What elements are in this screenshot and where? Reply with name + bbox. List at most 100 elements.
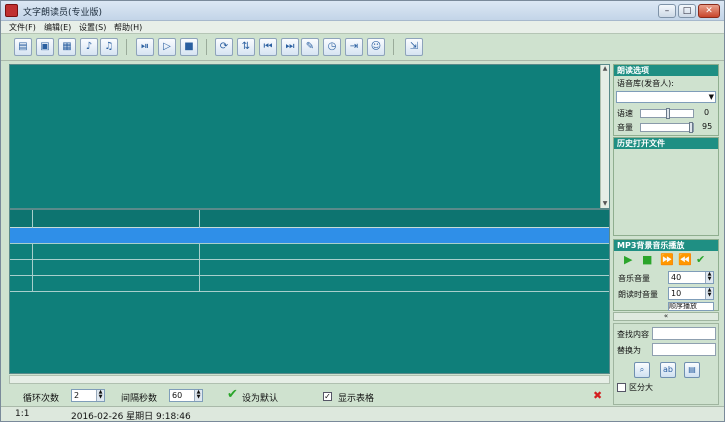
open-folder-icon[interactable]: ▣ xyxy=(36,38,54,56)
table-row[interactable] xyxy=(10,276,609,292)
table-row[interactable] xyxy=(10,244,609,260)
mp3-title: MP3背景音乐播放 xyxy=(614,240,718,251)
next-icon[interactable]: ⏩ xyxy=(660,253,674,266)
stepper-arrows-icon[interactable]: ▲ ▼ xyxy=(96,390,104,401)
toolbar-separator xyxy=(206,39,207,55)
close-x-icon[interactable]: ✖ xyxy=(593,389,602,402)
loop-count-label: 循环次数 xyxy=(23,394,60,404)
scroll-down-icon[interactable]: ▼ xyxy=(601,200,609,208)
voice-label: 语音库(发音人): xyxy=(617,79,674,88)
title-bar[interactable]: 文字朗读员(专业版) – □ ✕ xyxy=(1,1,724,21)
music-volume-value: 40 xyxy=(671,273,682,282)
menu-settings[interactable]: 设置(S) xyxy=(79,22,106,33)
interval-value: 60 xyxy=(172,391,183,400)
match-case-checkbox[interactable] xyxy=(617,383,626,392)
history-title: 历史打开文件 xyxy=(614,138,718,149)
read-volume-label: 朗读时音量 xyxy=(618,290,658,299)
interval-label: 间隔秒数 xyxy=(121,394,158,404)
close-button[interactable]: ✕ xyxy=(698,4,720,18)
loop-count-value: 2 xyxy=(74,391,80,400)
loop-count-stepper[interactable]: 2 ▲ ▼ xyxy=(71,389,105,402)
show-table-label: 显示表格 xyxy=(338,394,375,404)
window-title: 文字朗读员(专业版) xyxy=(23,8,103,18)
stop-icon[interactable]: ■ xyxy=(642,253,652,266)
music-notes-icon[interactable]: ♫ xyxy=(100,38,118,56)
scroll-up-icon[interactable]: ▲ xyxy=(601,65,609,73)
options-bar: 循环次数 2 ▲ ▼ 间隔秒数 60 ▲ ▼ ✔ 设为默认 ✓ 显示表格 ✖ xyxy=(9,387,610,405)
volume-slider[interactable] xyxy=(640,122,694,133)
read-options-panel: 朗读选项 语音库(发音人): ▼ 语速 0 音量 95 xyxy=(613,64,719,136)
collapse-button[interactable]: « xyxy=(613,312,719,321)
music-note-icon[interactable]: ♪ xyxy=(80,38,98,56)
editor-vertical-scrollbar[interactable]: ▲ ▼ xyxy=(600,65,609,208)
menu-help[interactable]: 帮助(H) xyxy=(114,22,142,33)
app-window: 文字朗读员(专业版) – □ ✕ 文件(F) 编辑(E) 设置(S) 帮助(H)… xyxy=(0,0,725,422)
export-icon[interactable]: ⇥ xyxy=(345,38,363,56)
previous-icon[interactable]: ⏪ xyxy=(678,253,692,266)
voice-select[interactable]: ▼ xyxy=(616,91,716,103)
stop-icon[interactable]: ■ xyxy=(180,38,198,56)
music-volume-label: 音乐音量 xyxy=(618,274,650,283)
maximize-button[interactable]: □ xyxy=(678,4,696,18)
read-options-title: 朗读选项 xyxy=(614,65,718,76)
checkmark-icon[interactable]: ✔ xyxy=(696,253,705,266)
read-volume-value: 10 xyxy=(671,289,682,298)
edit-doc-icon[interactable]: ✎ xyxy=(301,38,319,56)
volume-label: 音量 xyxy=(617,123,633,132)
new-file-icon[interactable]: ▤ xyxy=(14,38,32,56)
table-row[interactable] xyxy=(10,228,609,244)
exit-icon[interactable]: ⇲ xyxy=(405,38,423,56)
checkmark-icon[interactable]: ✔ xyxy=(227,387,238,402)
chevron-down-icon[interactable]: ▼ xyxy=(709,92,714,102)
set-default-button[interactable]: 设为默认 xyxy=(242,391,278,404)
volume-value: 95 xyxy=(702,122,713,131)
slider-thumb[interactable] xyxy=(689,122,693,133)
table-header xyxy=(10,210,609,228)
history-panel: 历史打开文件 xyxy=(613,137,719,236)
table-horizontal-scrollbar[interactable] xyxy=(9,375,610,384)
timer-icon[interactable]: ◷ xyxy=(323,38,341,56)
save-icon[interactable]: ▦ xyxy=(58,38,76,56)
find-input[interactable] xyxy=(652,327,716,340)
menu-file[interactable]: 文件(F) xyxy=(9,22,36,33)
stepper-arrows-icon[interactable]: ▲ ▼ xyxy=(194,390,202,401)
sentence-table[interactable] xyxy=(9,209,610,374)
replace-label: 替换为 xyxy=(617,346,641,355)
loop-icon[interactable]: ⇅ xyxy=(237,38,255,56)
interval-stepper[interactable]: 60 ▲ ▼ xyxy=(169,389,203,402)
refresh-icon[interactable]: ⟳ xyxy=(215,38,233,56)
speed-label: 语速 xyxy=(617,109,633,118)
read-volume-stepper[interactable]: 10 ▲ ▼ xyxy=(668,287,714,300)
app-logo-icon xyxy=(5,4,18,17)
replace-input[interactable] xyxy=(652,343,716,356)
minimize-button[interactable]: – xyxy=(658,4,676,18)
find-icon[interactable]: ⌕ xyxy=(634,362,650,378)
replace-icon[interactable]: ab xyxy=(660,362,676,378)
slider-thumb[interactable] xyxy=(666,108,670,119)
speed-value: 0 xyxy=(704,108,710,117)
skip-back-icon[interactable]: ⏮ xyxy=(259,38,277,56)
music-volume-stepper[interactable]: 40 ▲ ▼ xyxy=(668,271,714,284)
speed-slider[interactable] xyxy=(640,108,694,119)
text-editor[interactable]: ▲ ▼ xyxy=(9,64,610,209)
toolbar-separator xyxy=(126,39,127,55)
find-label: 查找内容 xyxy=(617,330,649,339)
step-forward-icon[interactable]: ⏯ xyxy=(136,38,154,56)
skip-forward-icon[interactable]: ⏭ xyxy=(281,38,299,56)
menu-edit[interactable]: 编辑(E) xyxy=(44,22,71,33)
toolbar-separator xyxy=(393,39,394,55)
play-mode-select[interactable]: 顺序播放 xyxy=(668,302,714,311)
user-icon[interactable]: ☺ xyxy=(367,38,385,56)
play-mode-value: 顺序播放 xyxy=(669,302,697,310)
play-icon[interactable]: ▶ xyxy=(624,253,632,266)
cursor-position: 1:1 xyxy=(15,409,30,419)
find-replace-panel: 查找内容 替换为 ⌕ ab ▤ 区分大 xyxy=(613,323,719,405)
table-row[interactable] xyxy=(10,260,609,276)
play-icon[interactable]: ▷ xyxy=(158,38,176,56)
status-bar: 1:1 2016-02-26 星期日 9:18:46 xyxy=(1,406,724,422)
show-table-checkbox[interactable]: ✓ xyxy=(323,392,332,401)
stepper-arrows-icon[interactable]: ▲ ▼ xyxy=(705,288,713,299)
stepper-arrows-icon[interactable]: ▲ ▼ xyxy=(705,272,713,283)
replace-all-icon[interactable]: ▤ xyxy=(684,362,700,378)
mp3-panel: MP3背景音乐播放 ▶ ■ ⏩ ⏪ ✔ 音乐音量 40 ▲ ▼ 朗读时音量 10 … xyxy=(613,239,719,311)
